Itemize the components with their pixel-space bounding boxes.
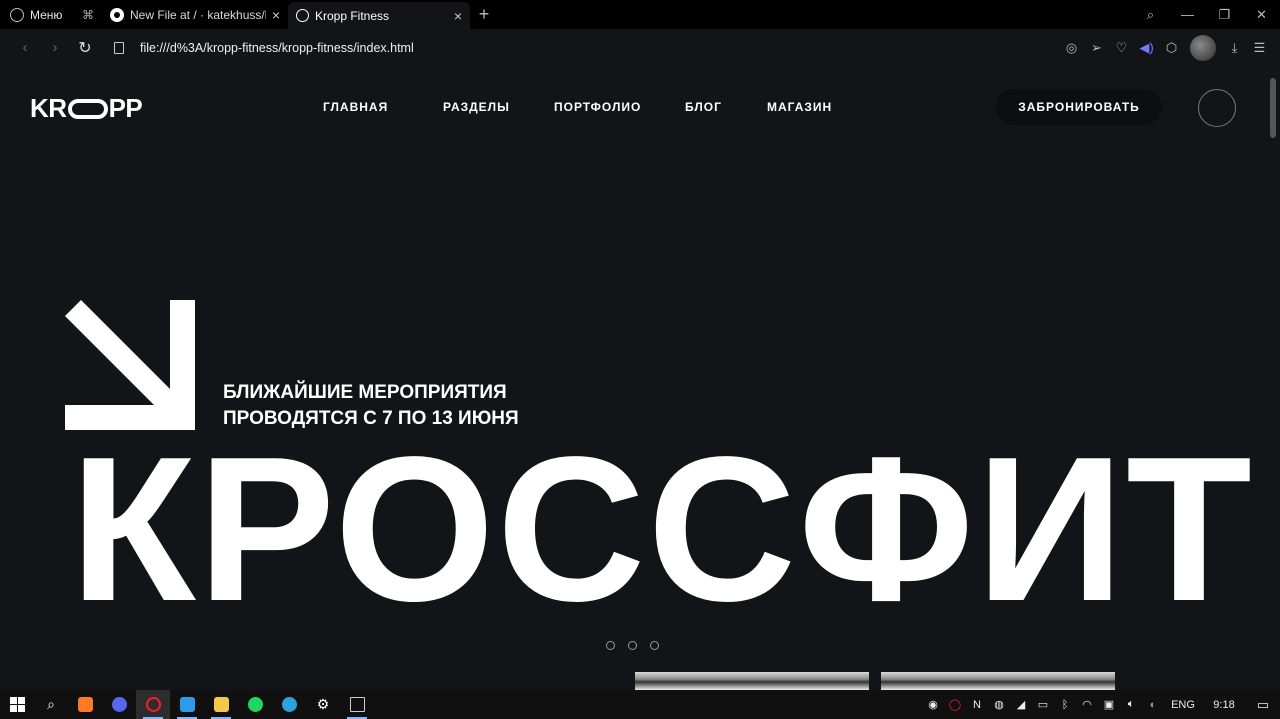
clock[interactable]: 9:18 bbox=[1202, 699, 1246, 711]
slider-dots bbox=[606, 641, 659, 650]
terminal-icon[interactable] bbox=[340, 690, 374, 719]
menu-circle-button[interactable] bbox=[1198, 89, 1236, 127]
opera-tray-icon[interactable]: ◯ bbox=[944, 698, 966, 711]
restore-icon[interactable]: ❐ bbox=[1206, 7, 1243, 23]
snapshot-icon[interactable]: ◎ bbox=[1059, 40, 1084, 56]
globe-icon bbox=[296, 9, 309, 22]
battery-icon[interactable]: ▭ bbox=[1032, 698, 1054, 711]
gallery-preview bbox=[635, 672, 1115, 690]
minimize-icon[interactable]: — bbox=[1169, 7, 1206, 22]
new-tab-button[interactable]: + bbox=[470, 0, 498, 29]
settings-gear-icon[interactable]: ⚙ bbox=[306, 690, 340, 719]
volume-icon[interactable]: ◀) bbox=[1134, 40, 1159, 56]
nav-item-portfolio[interactable]: ПОРТФОЛИО bbox=[554, 100, 641, 114]
xampp-icon[interactable] bbox=[68, 690, 102, 719]
vscode-icon[interactable] bbox=[170, 690, 204, 719]
search-tabs-icon[interactable]: ⌕ bbox=[1132, 7, 1169, 23]
url-field[interactable]: file:///d%3A/kropp-fitness/kropp-fitness… bbox=[140, 41, 414, 55]
nav-item-blog[interactable]: БЛОГ bbox=[685, 100, 722, 114]
easy-setup-icon[interactable]: ☰ bbox=[1247, 40, 1272, 56]
nav-item-home[interactable]: ГЛАВНАЯ bbox=[323, 100, 388, 114]
avatar[interactable] bbox=[1190, 34, 1216, 61]
wifi-icon[interactable]: ◠ bbox=[1076, 698, 1098, 711]
scrollbar-thumb[interactable] bbox=[1270, 78, 1276, 138]
web-page: KR PP ГЛАВНАЯ РАЗДЕЛЫ ПОРТФОЛИО БЛОГ МАГ… bbox=[0, 66, 1266, 690]
site-logo[interactable]: KR PP bbox=[30, 93, 143, 124]
opera-logo-icon bbox=[10, 7, 24, 22]
speaker-icon[interactable]: 🔈︎ bbox=[1120, 698, 1142, 711]
notifications-icon[interactable]: ▭ bbox=[1246, 697, 1280, 713]
hero-title: КРОССФИТ bbox=[70, 414, 1254, 644]
logo-ring-icon bbox=[67, 98, 108, 119]
address-bar-actions: ◎ ➢ ♡ ◀) ⬡ ⤓ ☰ bbox=[1059, 34, 1280, 61]
gamepad-icon[interactable]: ⌘ bbox=[74, 0, 102, 29]
search-icon[interactable]: ⌕ bbox=[34, 690, 68, 719]
tab-title: Kropp Fitness bbox=[315, 8, 390, 23]
book-button[interactable]: ЗАБРОНИРОВАТЬ bbox=[996, 89, 1162, 125]
tray-globe-icon[interactable]: ◍ bbox=[988, 698, 1010, 711]
heart-icon[interactable]: ♡ bbox=[1109, 40, 1134, 56]
browser-menu-label: Меню bbox=[30, 7, 63, 22]
windows-logo-icon bbox=[9, 697, 25, 712]
slider-dot[interactable] bbox=[650, 641, 659, 650]
opera-icon[interactable] bbox=[136, 690, 170, 719]
utorrent-icon[interactable]: ◐ bbox=[1142, 699, 1164, 711]
tab-title: New File at / · katekhuss/kr bbox=[130, 7, 266, 22]
telegram-icon[interactable] bbox=[272, 690, 306, 719]
start-button[interactable] bbox=[0, 690, 34, 719]
download-icon[interactable]: ⤓ bbox=[1222, 40, 1247, 56]
forward-icon[interactable]: › bbox=[40, 39, 70, 56]
gallery-image[interactable] bbox=[881, 672, 1115, 690]
events-line-1: Ближайшие мероприятия bbox=[223, 382, 507, 403]
page-scrollbar[interactable] bbox=[1266, 66, 1280, 690]
slider-dot[interactable] bbox=[628, 641, 637, 650]
gallery-image[interactable] bbox=[635, 672, 869, 690]
close-tab-icon[interactable]: × bbox=[272, 7, 280, 23]
bluetooth-icon[interactable]: ᛒ bbox=[1054, 699, 1076, 711]
tab-kropp-fitness[interactable]: Kropp Fitness × bbox=[288, 2, 470, 29]
keyboard-language[interactable]: ENG bbox=[1164, 699, 1202, 711]
file-icon bbox=[114, 41, 124, 54]
browser-tab-strip: Меню ⌘ New File at / · katekhuss/kr × Kr… bbox=[0, 0, 1280, 29]
nav-item-shop[interactable]: МАГАЗИН bbox=[767, 100, 832, 114]
window-controls: ⌕ — ❐ ✕ bbox=[1132, 0, 1280, 29]
slider-dot[interactable] bbox=[606, 641, 615, 650]
github-icon bbox=[110, 7, 124, 22]
logo-text-right: PP bbox=[108, 93, 143, 123]
reload-icon[interactable]: ↻ bbox=[70, 38, 100, 58]
tray-app-icon[interactable]: ◉ bbox=[922, 698, 944, 711]
address-bar: ‹ › ↻ file:///d%3A/kropp-fitness/kropp-f… bbox=[0, 29, 1280, 66]
notion-icon[interactable]: N bbox=[966, 699, 988, 711]
file-explorer-icon[interactable] bbox=[204, 690, 238, 719]
arrow-down-right-icon bbox=[65, 300, 195, 430]
browser-menu-button[interactable]: Меню bbox=[0, 0, 74, 29]
back-icon[interactable]: ‹ bbox=[10, 39, 40, 56]
tray-flag-icon[interactable]: ◢ bbox=[1010, 698, 1032, 711]
logo-text-left: KR bbox=[30, 93, 67, 123]
tab-github[interactable]: New File at / · katekhuss/kr × bbox=[102, 0, 288, 29]
close-window-icon[interactable]: ✕ bbox=[1243, 7, 1280, 23]
discord-icon[interactable] bbox=[102, 690, 136, 719]
send-icon[interactable]: ➢ bbox=[1084, 40, 1109, 56]
spotify-icon[interactable] bbox=[238, 690, 272, 719]
system-tray: ◉ ◯ N ◍ ◢ ▭ ᛒ ◠ ▣ 🔈︎ ◐ ENG 9:18 ▭ bbox=[922, 697, 1280, 713]
tray-monitor-icon[interactable]: ▣ bbox=[1098, 698, 1120, 711]
cube-icon[interactable]: ⬡ bbox=[1159, 40, 1184, 56]
nav-item-sections[interactable]: РАЗДЕЛЫ bbox=[443, 100, 510, 114]
windows-taskbar: ⌕ ⚙ ◉ ◯ N ◍ ◢ ▭ ᛒ ◠ ▣ 🔈︎ ◐ ENG 9:18 ▭ bbox=[0, 690, 1280, 719]
close-tab-icon[interactable]: × bbox=[454, 8, 462, 24]
